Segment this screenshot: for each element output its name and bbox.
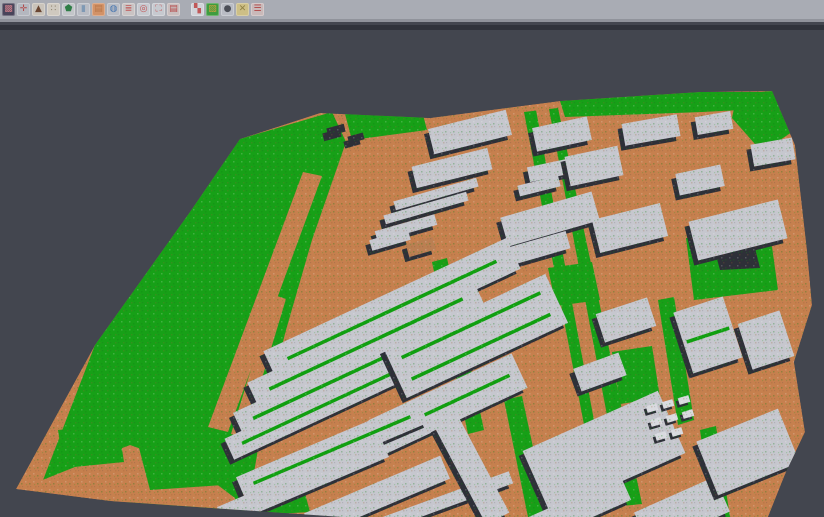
pointcloud [0, 0, 824, 517]
selection-box-icon[interactable]: ⛶ [152, 3, 165, 16]
open-cloud-icon[interactable]: ▩ [2, 3, 15, 16]
target-icon[interactable]: ◎ [137, 3, 150, 16]
globe-icon[interactable]: ◍ [107, 3, 120, 16]
classification-map-icon[interactable]: ▧ [206, 3, 219, 16]
terrain-icon[interactable]: ▲ [32, 3, 45, 16]
checker-icon[interactable]: ▚ [191, 3, 204, 16]
clip-x-icon[interactable]: ✕ [236, 3, 249, 16]
pointcloud-svg [0, 0, 824, 517]
application-window: ▩✛▲∷⬟▮▤◍≣◎⛶▤▚▧●✕☰ [0, 0, 824, 517]
stripes-red-icon[interactable]: ▤ [167, 3, 180, 16]
toolbar-divider [0, 25, 824, 30]
point-speckle-overlay [0, 0, 824, 517]
points-icon[interactable]: ∷ [47, 3, 60, 16]
register-pairs-icon[interactable]: ✛ [17, 3, 30, 16]
toolbar: ▩✛▲∷⬟▮▤◍≣◎⛶▤▚▧●✕☰ [0, 0, 824, 22]
mesh-hill-icon[interactable]: ⬟ [62, 3, 75, 16]
viewport-3d[interactable] [0, 25, 824, 517]
ortho-image-icon[interactable]: ▤ [92, 3, 105, 16]
column-icon[interactable]: ▮ [77, 3, 90, 16]
sphere-dark-icon[interactable]: ● [221, 3, 234, 16]
list-red-icon[interactable]: ≣ [122, 3, 135, 16]
layers-red-icon[interactable]: ☰ [251, 3, 264, 16]
